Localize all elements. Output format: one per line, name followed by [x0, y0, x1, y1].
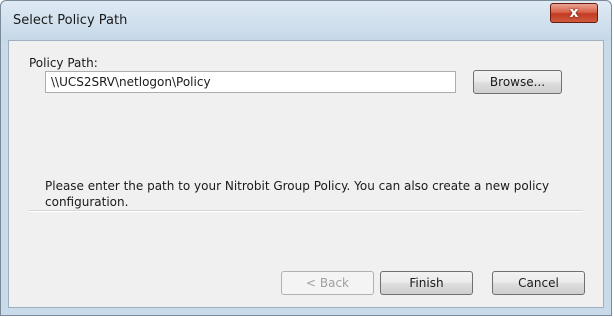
back-button-label: < Back [305, 276, 349, 290]
policy-path-input[interactable]: \\UCS2SRV\netlogon\Policy [45, 71, 456, 93]
title-bar: Select Policy Path x [1, 1, 611, 41]
close-button[interactable]: x [550, 3, 598, 23]
browse-button-label: Browse... [489, 75, 546, 89]
close-icon: x [569, 5, 579, 21]
window-title: Select Policy Path [13, 13, 128, 28]
description-text: Please enter the path to your Nitrobit G… [45, 179, 550, 209]
cancel-button[interactable]: Cancel [492, 271, 585, 295]
browse-button[interactable]: Browse... [473, 70, 562, 94]
policy-path-label: Policy Path: [29, 56, 98, 70]
finish-button[interactable]: Finish [380, 271, 473, 295]
finish-button-label: Finish [409, 276, 444, 290]
back-button[interactable]: < Back [281, 271, 374, 295]
cancel-button-label: Cancel [518, 276, 559, 290]
separator [29, 210, 583, 212]
